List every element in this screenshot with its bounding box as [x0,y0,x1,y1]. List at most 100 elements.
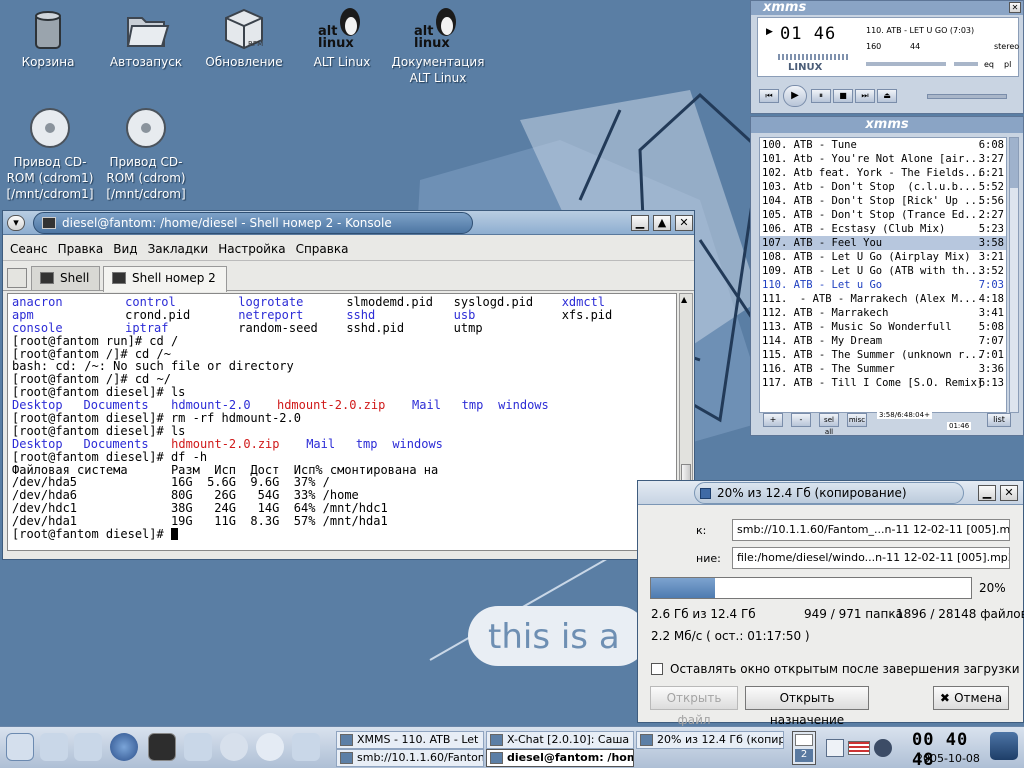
playlist[interactable]: 100. ATB - Tune 6:08 101. Atb - You're Not… [759,137,1007,413]
menu-settings[interactable]: Настройка [211,237,288,256]
tab-shell[interactable]: Shell [31,266,101,290]
altlinux-docs-desktop-icon[interactable]: alt linux Документация ALT Linux [388,6,488,86]
menu-help[interactable]: Справка [289,237,352,256]
open-destination-button[interactable]: Открыть назначение [745,686,869,727]
playlist-item-title: 109. ATB - Let U Go (ATB with th... [762,265,984,277]
klipper-icon[interactable] [826,739,844,757]
balance-slider[interactable] [954,62,978,66]
mms-launcher-icon[interactable] [220,733,248,761]
new-session-icon[interactable] [7,268,27,288]
logout-icon[interactable] [990,732,1018,760]
stop-icon[interactable]: ■ [833,89,853,103]
cdrom1-desktop-icon[interactable]: Привод CD- ROM (cdrom1) [/mnt/cdrom1] [0,106,100,202]
keep-open-label[interactable]: Оставлять окно открытым после завершения… [670,662,1020,676]
menu-view[interactable]: Вид [106,237,140,256]
volume-slider[interactable] [866,62,946,66]
task-konsole[interactable]: diesel@fantom: /hom [486,749,634,767]
list-button[interactable]: list [987,413,1011,427]
destination-path: file:/home/diesel/windo...n-11 12-02-11 … [732,547,1010,569]
playlist-item[interactable]: 114. ATB - My Dream 7:07 [760,334,1006,348]
volume-icon[interactable] [874,739,892,757]
menu-session[interactable]: Сеанс [3,237,51,256]
xmms-playlist-window[interactable]: xmms 100. ATB - Tune 6:08 101. Atb - You'r… [750,116,1024,436]
misc-button[interactable]: misc [847,413,867,427]
close-icon[interactable]: ✕ [1009,2,1021,13]
task-xchat[interactable]: X-Chat [2.0.10]: Саша [486,731,634,749]
playlist-item[interactable]: 115. ATB - The Summer (unknown r... 7:01 [760,348,1006,362]
playlist-item-title: 108. ATB - Let U Go (Airplay Mix) [762,251,971,263]
previous-icon[interactable]: ⏮ [759,89,779,103]
pause-icon[interactable]: ⏸ [811,89,831,103]
playlist-item[interactable]: 109. ATB - Let U Go (ATB with th... 3:52 [760,264,1006,278]
window-menu-icon[interactable]: ▾ [7,215,25,231]
playlist-item[interactable]: 100. ATB - Tune 6:08 [760,138,1006,152]
playlist-item[interactable]: 116. ATB - The Summer 3:36 [760,362,1006,376]
browser-launcher-icon[interactable] [110,733,138,761]
trash-desktop-icon[interactable]: Корзина [0,6,98,70]
editor-launcher-icon[interactable] [40,733,68,761]
konsole-window[interactable]: ▾ diesel@fantom: /home/diesel - Shell но… [2,210,695,560]
playlist-scrollbar[interactable] [1009,137,1019,413]
playlist-item[interactable]: 112. ATB - Marrakech 3:41 [760,306,1006,320]
tab-shell-2[interactable]: Shell номер 2 [103,266,227,292]
save-launcher-icon[interactable] [292,733,320,761]
remove-button[interactable]: - [791,413,811,427]
playlist-item[interactable]: 106. ATB - Ecstasy (Club Mix) 5:23 [760,222,1006,236]
playlist-item[interactable]: 117. ATB - Till I Come [S.O. Remix] 6:13 [760,376,1006,390]
close-icon[interactable]: ✕ [1000,485,1018,501]
dialog-title: 20% из 12.4 Гб (копирование) [694,482,964,504]
mail-launcher-icon[interactable] [184,733,212,761]
playlist-item[interactable]: 107. ATB - Feel You 3:58 [760,236,1006,250]
playlist-item[interactable]: 104. ATB - Don't Stop [Rick' Up ... 5:56 [760,194,1006,208]
home-launcher-icon[interactable] [74,733,102,761]
keyboard-layout-flag-icon[interactable] [848,741,870,755]
playlist-item-title: 113. ATB - Music So Wonderfull [762,321,952,333]
eject-icon[interactable]: ⏏ [877,89,897,103]
add-button[interactable]: + [763,413,783,427]
playlist-item[interactable]: 111. - ATB - Marrakech (Alex M... 4:18 [760,292,1006,306]
update-desktop-icon[interactable]: RPM Обновление [194,6,294,70]
task-smb[interactable]: smb://10.1.1.60/Fanton [336,749,484,767]
pager-desktop-2[interactable]: 2 [795,749,813,762]
cdrom-desktop-icon[interactable]: Привод CD- ROM (cdrom) [/mnt/cdrom] [96,106,196,202]
playlist-item[interactable]: 103. Atb - Don't Stop (c.l.u.b... 5:52 [760,180,1006,194]
terminal-output[interactable]: anacron control logrotate slmodemd.pid syslo… [7,293,677,551]
playlist-item[interactable]: 105. ATB - Don't Stop (Trance Ed... 2:27 [760,208,1006,222]
open-file-button[interactable]: Открыть файл [650,686,738,727]
playlist-item[interactable]: 110. ATB - Let u Go 7:03 [760,278,1006,292]
seek-bar[interactable] [927,94,1007,99]
pl-toggle[interactable]: pl [1004,60,1011,69]
autostart-desktop-icon[interactable]: Автозапуск [96,6,196,70]
playlist-item[interactable]: 102. Atb feat. York - The Fields... 6:21 [760,166,1006,180]
playlist-item[interactable]: 101. Atb - You're Not Alone [air... 3:27 [760,152,1006,166]
task-copy[interactable]: 20% из 12.4 Гб (копир [636,731,784,749]
minimize-icon[interactable]: ▁ [978,485,996,501]
xmms-main-window[interactable]: xmms ✕ ▶ 01 46 110. ATB - LET U GO (7:03… [750,0,1024,114]
pager-desktop-1[interactable] [795,734,813,746]
desktop-icon-label: Привод CD- ROM (cdrom1) [/mnt/cdrom1] [6,155,94,201]
playlist-item-length: 6:13 [978,377,1004,389]
minimize-icon[interactable]: ▁ [631,215,649,231]
eq-toggle[interactable]: eq [984,60,994,69]
keep-open-checkbox[interactable] [651,663,663,675]
play-icon[interactable]: ▶ [783,85,807,107]
next-icon[interactable]: ⏭ [855,89,875,103]
konsole-titlebar[interactable]: ▾ diesel@fantom: /home/diesel - Shell но… [3,211,694,235]
terminal-launcher-icon[interactable] [148,733,176,761]
playlist-item[interactable]: 113. ATB - Music So Wonderfull 5:08 [760,320,1006,334]
menu-edit[interactable]: Правка [51,237,107,256]
playlist-item[interactable]: 108. ATB - Let U Go (Airplay Mix) 3:21 [760,250,1006,264]
cancel-button[interactable]: ✖ Отмена [933,686,1009,710]
desktop-pager[interactable]: 2 [792,731,816,765]
copy-progress-dialog[interactable]: 20% из 12.4 Гб (копирование) ▁ ✕ к: smb:… [637,480,1024,727]
chat-launcher-icon[interactable] [256,733,284,761]
dialog-titlebar[interactable]: 20% из 12.4 Гб (копирование) ▁ ✕ [638,481,1023,505]
altlinux-desktop-icon[interactable]: alt linux ALT Linux [292,6,392,70]
kde-menu-icon[interactable] [6,733,34,761]
maximize-icon[interactable]: ▲ [653,215,671,231]
close-icon[interactable]: ✕ [675,215,693,231]
task-xmms[interactable]: XMMS - 110. ATB - Let [336,731,484,749]
menu-bookmarks[interactable]: Закладки [141,237,212,256]
scroll-up-icon[interactable]: ▲ [681,295,687,304]
select-button[interactable]: sel all [819,413,839,436]
